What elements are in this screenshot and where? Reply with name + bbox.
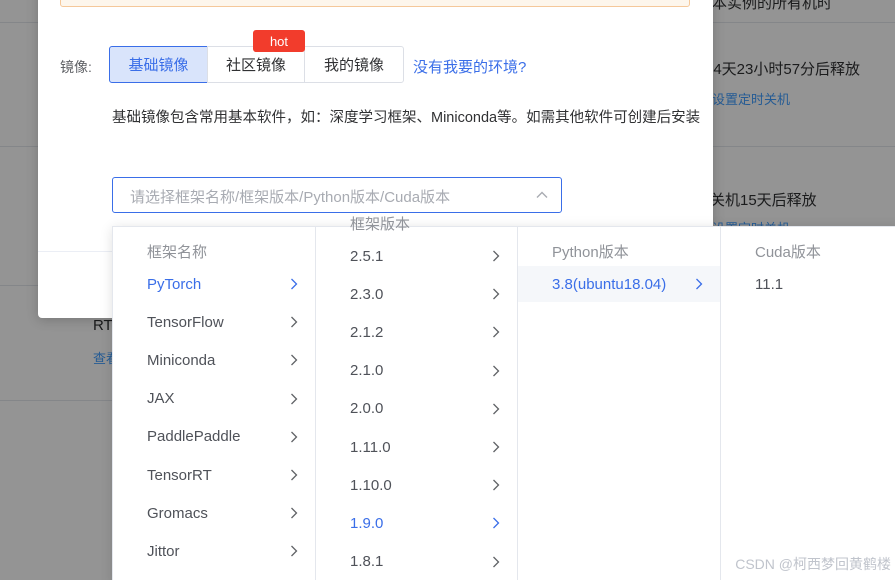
chevron-right-icon xyxy=(493,250,500,262)
column-header: Cuda版本 xyxy=(755,244,821,261)
column-header: 框架名称 xyxy=(147,244,208,261)
cascader-column-cuda-version: Cuda版本 11.1 xyxy=(721,227,895,580)
chevron-right-icon xyxy=(493,556,500,568)
cascader-option[interactable]: 1.10.0 xyxy=(316,467,517,503)
warning-alert xyxy=(60,0,690,7)
cascader-option[interactable]: 3.8(ubuntu18.04) xyxy=(518,266,720,302)
cascader-option-label: 1.9.0 xyxy=(350,514,384,532)
cascader-panel: 框架名称 PyTorch TensorFlow Miniconda JAX Paddle… xyxy=(112,216,895,580)
tab-base-image-label: 基础镜像 xyxy=(128,57,189,74)
missing-env-link[interactable]: 没有我要的环境? xyxy=(413,56,526,77)
column-header: Python版本 xyxy=(552,244,629,261)
cascader-option[interactable]: 11.1 xyxy=(721,266,895,302)
cascader-option-label: Gromacs xyxy=(147,504,208,522)
cascader-option[interactable]: PyTorch xyxy=(113,266,315,302)
cascader-option-label: PaddlePaddle xyxy=(147,428,241,446)
tab-my-image[interactable]: 我的镜像 xyxy=(304,46,404,83)
chevron-right-icon xyxy=(493,441,500,453)
cascader-option-label: 1.8.1 xyxy=(350,553,384,571)
hot-badge: hot xyxy=(253,30,305,52)
cascader-option-label: TensorFlow xyxy=(147,313,224,331)
cascader-option[interactable]: Gromacs xyxy=(113,495,315,531)
cascader-option-label: 2.0.0 xyxy=(350,400,384,418)
cascader-option[interactable]: 2.0.0 xyxy=(316,391,517,427)
tab-community-image-label: 社区镜像 xyxy=(225,57,286,74)
tab-my-image-label: 我的镜像 xyxy=(323,57,384,74)
cascader-option-label: 11.1 xyxy=(755,275,784,293)
cascader-option[interactable]: 1.8.1 xyxy=(316,544,517,580)
cascader-option-label: Miniconda xyxy=(147,351,216,369)
cascader-column-python-version: Python版本 3.8(ubuntu18.04) xyxy=(518,227,721,580)
cascader-column-framework-version: 框架版本 2.5.1 2.3.0 2.1.2 2.1.0 2.0.0 1.11.0 1.10… xyxy=(316,216,518,580)
chevron-right-icon xyxy=(291,354,298,366)
cascader-option-label: 2.3.0 xyxy=(350,285,384,303)
chevron-right-icon xyxy=(493,365,500,377)
cascader-option[interactable]: 2.3.0 xyxy=(316,276,517,312)
cascader-option[interactable]: TensorFlow xyxy=(113,304,315,340)
chevron-right-icon xyxy=(291,469,298,481)
chevron-right-icon xyxy=(696,278,703,290)
image-label: 镜像: xyxy=(60,59,92,75)
chevron-right-icon xyxy=(493,517,500,529)
chevron-up-icon xyxy=(536,191,548,198)
chevron-right-icon xyxy=(493,479,500,491)
tab-base-image[interactable]: 基础镜像 xyxy=(109,46,208,83)
cascader-option[interactable]: 2.1.2 xyxy=(316,314,517,350)
cascader-option[interactable]: Miniconda xyxy=(113,342,315,378)
cascader-option[interactable]: TensorRT xyxy=(113,457,315,493)
framework-select-placeholder: 请选择框架名称/框架版本/Python版本/Cuda版本 xyxy=(130,189,451,206)
cascader-option[interactable]: 1.9.0 xyxy=(316,505,517,541)
chevron-right-icon xyxy=(291,278,298,290)
cascader-option-label: JAX xyxy=(147,390,175,408)
chevron-right-icon xyxy=(291,507,298,519)
chevron-right-icon xyxy=(291,316,298,328)
cascader-option-label: 3.8(ubuntu18.04) xyxy=(552,275,667,293)
cascader-column-framework: 框架名称 PyTorch TensorFlow Miniconda JAX Paddle… xyxy=(113,227,316,580)
column-header: 框架版本 xyxy=(350,216,411,233)
chevron-right-icon xyxy=(493,288,500,300)
chevron-right-icon xyxy=(291,545,298,557)
cascader-option[interactable]: 2.1.0 xyxy=(316,353,517,389)
cascader-option[interactable]: JAX xyxy=(113,381,315,417)
cascader-option-label: 2.5.1 xyxy=(350,247,384,265)
cascader-option-label: 2.1.2 xyxy=(350,323,384,341)
cascader-option-label: PyTorch xyxy=(147,275,202,293)
chevron-right-icon xyxy=(291,431,298,443)
chevron-right-icon xyxy=(291,393,298,405)
cascader-option-label: Jittor xyxy=(147,542,180,560)
framework-select[interactable]: 请选择框架名称/框架版本/Python版本/Cuda版本 xyxy=(112,177,562,213)
cascader-option-label: 2.1.0 xyxy=(350,362,384,380)
cascader-option-label: 1.10.0 xyxy=(350,476,392,494)
image-description: 基础镜像包含常用基本软件，如：深度学习框架、Miniconda等。如需其他软件可… xyxy=(112,110,701,126)
chevron-right-icon xyxy=(493,403,500,415)
cascader-option-label: TensorRT xyxy=(147,466,212,484)
cascader-option-label: 1.11.0 xyxy=(350,438,391,456)
cascader-option[interactable]: Jittor xyxy=(113,533,315,569)
cascader-option[interactable]: PaddlePaddle xyxy=(113,419,315,455)
chevron-right-icon xyxy=(493,326,500,338)
cascader-option[interactable]: 2.5.1 xyxy=(316,238,517,274)
cascader-option[interactable]: 1.11.0 xyxy=(316,429,517,465)
watermark: CSDN @柯西梦回黄鹤楼 xyxy=(735,556,891,572)
